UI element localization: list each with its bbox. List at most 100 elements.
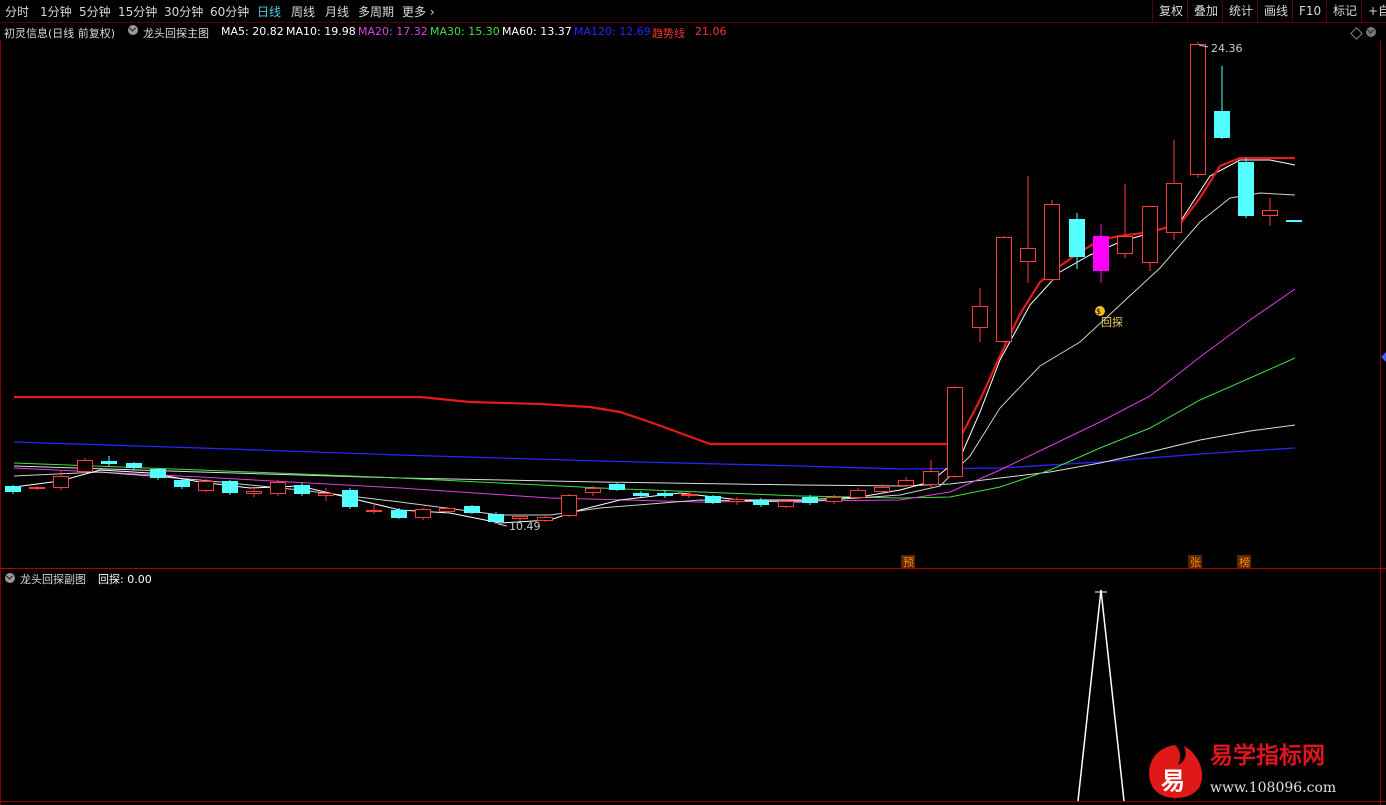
candle-body: [633, 493, 649, 496]
candle-body: [1093, 236, 1109, 271]
candle-body: [53, 476, 69, 488]
candle: [464, 505, 480, 514]
signal-label: 回探: [1101, 316, 1123, 329]
candle: [1044, 200, 1060, 282]
watermark: 易 易学指标网 www.108096.com: [1148, 742, 1336, 798]
candle: [1166, 140, 1182, 240]
candle: [850, 488, 866, 499]
candle-body: [802, 497, 818, 503]
candle: [174, 479, 190, 489]
candle-body: [874, 487, 890, 492]
candle: [1020, 176, 1036, 283]
candle-body: [488, 514, 504, 522]
candlesticks: [5, 42, 1302, 524]
watermark-logo-char: 易: [1161, 767, 1185, 795]
candle: [633, 491, 649, 497]
candle: [1093, 224, 1109, 283]
candle-body: [1190, 44, 1206, 175]
candle: [729, 497, 745, 505]
candle-body: [609, 484, 625, 490]
candle: [246, 489, 262, 497]
candle: [222, 480, 238, 495]
candle-body: [753, 500, 769, 505]
candle: [1286, 220, 1302, 222]
right-edge-tab[interactable]: [1381, 352, 1386, 362]
sub-indicator-name[interactable]: 龙头回探副图: [20, 571, 86, 587]
candle-body: [439, 508, 455, 512]
candle: [150, 468, 166, 480]
candle-body: [729, 499, 745, 502]
candle: [972, 288, 988, 342]
candle: [1190, 42, 1206, 178]
candle-body: [826, 497, 842, 502]
sub-indicator-toggle-icon[interactable]: [5, 573, 15, 583]
candle-body: [150, 469, 166, 478]
candle: [29, 486, 45, 490]
candle: [561, 494, 577, 517]
candle-body: [657, 493, 673, 496]
candle-body: [1069, 219, 1085, 257]
candle-body: [174, 480, 190, 487]
huitan-signal-line: [1077, 589, 1125, 802]
candle-body: [1142, 206, 1158, 263]
candle: [1238, 158, 1254, 218]
candle: [1069, 213, 1085, 269]
candle-body: [294, 485, 310, 494]
candle: [77, 458, 93, 474]
sub-indicator-value: 回探: 0.00: [98, 573, 152, 586]
candle-body: [342, 490, 358, 507]
candle: [923, 460, 939, 487]
sub-legend: 龙头回探副图 回探: 0.00: [0, 570, 400, 586]
candle-body: [705, 496, 721, 503]
candle-body: [972, 306, 988, 328]
candle-body: [681, 494, 697, 496]
candle-body: [101, 461, 117, 464]
candle: [415, 508, 431, 520]
candle: [1214, 66, 1230, 139]
main-gridlines: [0, 59, 1380, 761]
trend-line: [14, 156, 1295, 446]
candle: [270, 480, 286, 496]
candle-body: [198, 481, 214, 491]
candle-body: [126, 463, 142, 468]
candle: [947, 386, 963, 478]
candle: [101, 456, 117, 466]
candle-body: [585, 488, 601, 493]
candle: [1117, 184, 1133, 258]
candle-body: [561, 495, 577, 516]
candle-body: [1238, 162, 1254, 216]
marker-yu: 预: [903, 556, 914, 569]
candle: [753, 498, 769, 507]
low-arrow: [497, 523, 508, 527]
candle-body: [1020, 248, 1036, 262]
ma120-line: [13, 441, 1296, 470]
candle-body: [923, 471, 939, 485]
candle-body: [1286, 220, 1302, 222]
candle: [609, 483, 625, 491]
candle: [5, 485, 21, 494]
candle-body: [1262, 210, 1278, 216]
chart-canvas: 24.36 10.49 $ 回探 预 张 榜 易 易学指标网 www.10809…: [0, 40, 1386, 805]
candle: [1142, 206, 1158, 271]
candle-body: [391, 510, 407, 518]
candle-body: [77, 460, 93, 472]
ma5-line: [13, 159, 1296, 524]
candle-body: [415, 509, 431, 518]
candle-body: [366, 510, 382, 512]
high-price-label: 24.36: [1211, 42, 1243, 55]
candle-body: [246, 491, 262, 494]
candle-body: [270, 482, 286, 494]
candle-body: [5, 486, 21, 492]
candle-body: [1117, 236, 1133, 254]
candle: [318, 488, 334, 501]
candle-body: [318, 493, 334, 496]
candle-body: [850, 490, 866, 498]
candle-body: [512, 516, 528, 519]
candle-body: [222, 481, 238, 493]
marker-zhang: 张: [1190, 556, 1201, 569]
candle-body: [947, 387, 963, 477]
candle: [53, 470, 69, 490]
watermark-title: 易学指标网: [1210, 742, 1325, 769]
candle: [342, 488, 358, 509]
watermark-url: www.108096.com: [1210, 780, 1336, 796]
